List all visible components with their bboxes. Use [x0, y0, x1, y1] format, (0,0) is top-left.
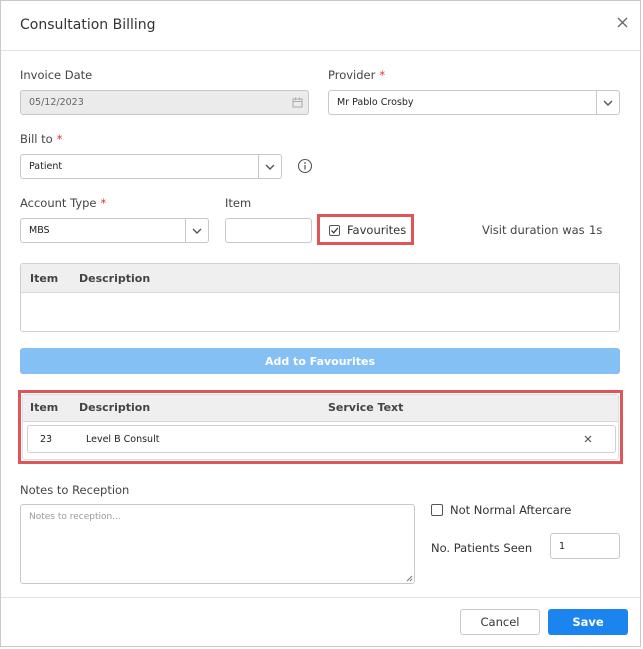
dialog-header: Consultation Billing [1, 1, 642, 51]
close-icon[interactable] [617, 17, 631, 31]
column-service-text: Service Text [328, 401, 404, 414]
calendar-icon[interactable] [286, 97, 308, 108]
patients-seen-label: No. Patients Seen [431, 541, 533, 555]
not-normal-aftercare-checkbox[interactable] [431, 504, 443, 516]
invoice-date-value: 05/12/2023 [29, 97, 84, 108]
row-item: 23 [40, 434, 53, 445]
visit-duration-value: 1s [589, 223, 603, 237]
favourites-grid-header: Item Description [21, 264, 619, 293]
add-to-favourites-button[interactable]: Add to Favourites [20, 348, 620, 374]
account-type-select[interactable]: MBS [20, 218, 209, 243]
bill-to-value: Patient [29, 161, 63, 172]
visit-duration-label: Visit duration was [482, 223, 585, 237]
patients-seen-value: 1 [559, 540, 566, 552]
row-description: Level B Consult [86, 434, 160, 445]
provider-select[interactable]: Mr Pablo Crosby [328, 90, 620, 115]
notes-label: Notes to Reception [20, 483, 130, 497]
favourites-label: Favourites [347, 223, 407, 237]
favourites-checkbox[interactable] [329, 225, 340, 236]
item-input[interactable] [225, 218, 312, 243]
remove-row-icon[interactable] [584, 435, 592, 443]
bill-to-label: Bill to * [20, 132, 63, 146]
chevron-down-icon[interactable] [258, 155, 281, 178]
chevron-down-icon[interactable] [185, 219, 208, 242]
consultation-billing-dialog: Consultation Billing Invoice Date 05/12/… [0, 0, 642, 647]
column-item: Item [30, 401, 59, 414]
column-item: Item [30, 272, 59, 285]
column-description: Description [79, 401, 151, 414]
provider-value: Mr Pablo Crosby [337, 97, 414, 108]
save-button[interactable]: Save [548, 609, 628, 635]
footer-divider [1, 597, 642, 598]
checkmark-icon [331, 227, 339, 234]
info-icon[interactable] [297, 158, 313, 174]
account-type-label: Account Type * [20, 196, 107, 210]
notes-textarea[interactable]: Notes to reception... [20, 504, 415, 584]
dialog-title: Consultation Billing [20, 17, 156, 33]
table-row[interactable]: 23 Level B Consult [27, 425, 616, 453]
not-normal-aftercare-label: Not Normal Aftercare [450, 503, 572, 517]
invoice-date-label: Invoice Date [20, 68, 93, 82]
patients-seen-input[interactable]: 1 [550, 533, 620, 559]
notes-placeholder: Notes to reception... [29, 512, 121, 522]
resize-grip-icon[interactable] [405, 574, 413, 582]
column-description: Description [79, 272, 151, 285]
provider-label: Provider * [328, 68, 386, 82]
bill-to-select[interactable]: Patient [20, 154, 282, 179]
selected-grid-header: Item Description Service Text [23, 395, 618, 422]
selected-items-grid: Item Description Service Text 23 Level B… [22, 394, 619, 460]
chevron-down-icon[interactable] [596, 91, 619, 114]
item-label: Item [225, 196, 252, 210]
favourites-grid: Item Description [20, 263, 620, 332]
invoice-date-field: 05/12/2023 [20, 90, 309, 115]
cancel-button[interactable]: Cancel [460, 609, 540, 635]
account-type-value: MBS [29, 225, 50, 236]
